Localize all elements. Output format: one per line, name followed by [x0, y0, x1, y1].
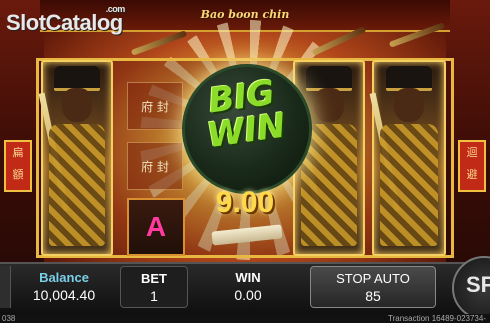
bet-label: BET: [141, 271, 167, 286]
judge-bao-wild-symbol: [38, 60, 113, 256]
face: [62, 88, 92, 122]
right-banner-char-1: 迴: [466, 146, 478, 159]
reel-5: [369, 60, 446, 256]
reel-1: [38, 60, 113, 256]
left-banner: 扁 額: [4, 140, 32, 192]
watermark-suffix: .com: [105, 4, 126, 14]
left-banner-char-1: 扁: [12, 146, 24, 159]
balance-value: 10,004.40: [32, 287, 96, 303]
seal-symbol: 府 封: [127, 82, 183, 130]
seal-symbol: 府 封: [127, 142, 183, 190]
win-label: WIN: [235, 270, 261, 285]
watermark-logo: SlotCatalog .com: [6, 4, 125, 36]
menu-button[interactable]: [0, 266, 11, 308]
spin-label: SP: [466, 272, 490, 297]
bet-value: 1: [150, 288, 158, 304]
footer-bar: 038 Transaction 16489-023734-: [0, 314, 490, 323]
game-screen: 扁 額 迴 避 Bao boon chin 府 封 府 封 A BIG WIN …: [0, 0, 490, 323]
right-banner-char-2: 避: [466, 168, 478, 181]
big-win-amount: 9.00: [215, 186, 275, 219]
stop-auto-label: STOP AUTO: [336, 271, 410, 286]
win-display: WIN 0.00: [202, 266, 294, 308]
stop-auto-count: 85: [365, 288, 381, 304]
right-banner: 迴 避: [458, 140, 486, 192]
left-banner-char-2: 額: [12, 168, 24, 181]
reel-2: 府 封 府 封 A: [123, 60, 185, 256]
bet-button[interactable]: BET 1: [120, 266, 188, 308]
win-value: 0.00: [234, 287, 262, 303]
stop-auto-button[interactable]: STOP AUTO 85: [310, 266, 436, 308]
letter-a-symbol: A: [127, 198, 185, 256]
robe: [49, 124, 105, 246]
footer-left-text: 038: [2, 314, 16, 323]
judge-bao-wild-symbol: [369, 60, 446, 256]
balance-display: Balance 10,004.40: [18, 266, 110, 308]
face: [314, 88, 344, 122]
balance-label: Balance: [39, 270, 89, 285]
robe: [380, 124, 438, 246]
transaction-text: Transaction 16489-023734-: [388, 314, 486, 323]
face: [394, 88, 424, 122]
